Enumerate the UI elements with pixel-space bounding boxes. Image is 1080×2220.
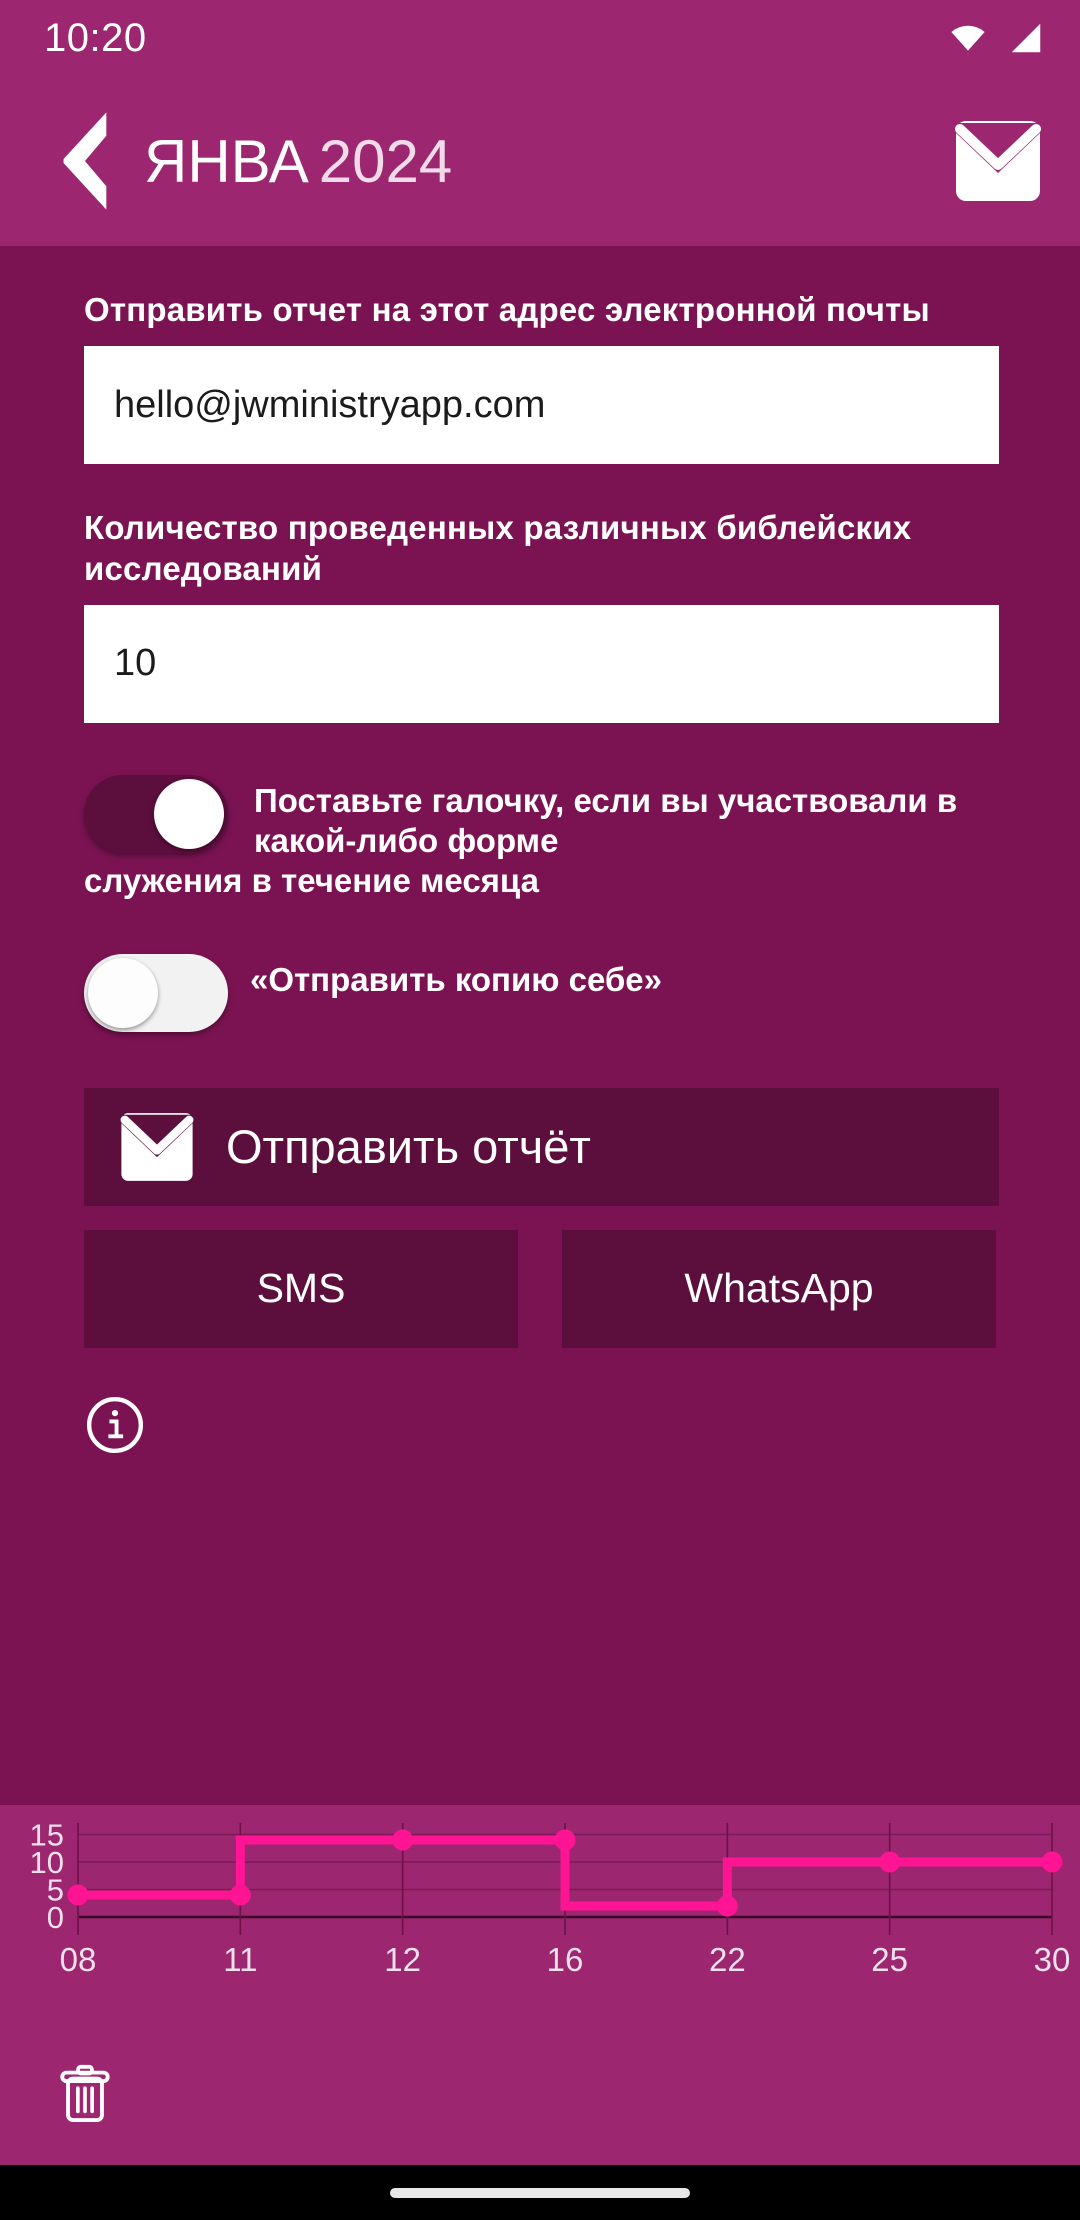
- cellular-signal-icon: [1011, 23, 1041, 53]
- email-input[interactable]: hello@jwministryapp.com: [84, 346, 999, 465]
- copy-toggle[interactable]: [84, 953, 228, 1032]
- email-field-label: Отправить отчет на этот адрес электронно…: [84, 291, 930, 328]
- info-button[interactable]: [84, 1394, 146, 1456]
- chart-y-tick: 15: [30, 1818, 64, 1853]
- bottom-bar: [0, 2030, 1080, 2165]
- envelope-icon: [120, 1112, 194, 1181]
- participated-toggle[interactable]: [84, 774, 228, 853]
- copy-toggle-label: «Отправить копию себе»: [250, 960, 662, 998]
- chart-x-tick: 16: [547, 1941, 584, 1978]
- copy-toggle-knob: [88, 957, 158, 1028]
- back-button[interactable]: [44, 107, 122, 215]
- back-chevron-icon: [63, 112, 107, 210]
- chart-x-tick: 11: [223, 1941, 257, 1978]
- status-bar-icons: [946, 19, 1046, 57]
- page-title-year: 2024: [318, 127, 453, 195]
- page-title-month: ЯНВА: [144, 127, 309, 195]
- status-bar: 10:20: [0, 0, 1080, 76]
- chart-x-tick: 08: [60, 1941, 97, 1978]
- sms-button[interactable]: SMS: [84, 1229, 518, 1348]
- chart-data-point: [716, 1895, 738, 1917]
- send-report-label: Отправить отчёт: [226, 1120, 591, 1173]
- mail-button[interactable]: [952, 115, 1044, 207]
- status-bar-clock: 10:20: [44, 15, 147, 60]
- participated-toggle-row: Поставьте галочку, если вы участвовали в…: [84, 773, 996, 902]
- send-report-button[interactable]: Отправить отчёт: [84, 1087, 999, 1206]
- phone-screen: 10:20 ЯНВА 2024 Отправить отчет на этот …: [0, 0, 1080, 2220]
- participated-toggle-label-line1: Поставьте галочку, если вы: [254, 781, 709, 819]
- page-title: ЯНВА 2024: [144, 127, 452, 196]
- participated-toggle-knob: [154, 778, 224, 849]
- copy-toggle-row: «Отправить копию себе»: [84, 952, 996, 1032]
- chart-x-tick: 25: [871, 1941, 908, 1978]
- studies-field-label: Количество проведенных различных библейс…: [84, 509, 912, 587]
- main-content: Отправить отчет на этот адрес электронно…: [0, 246, 1080, 1805]
- share-button-row: SMS WhatsApp: [84, 1229, 996, 1348]
- system-navigation-bar: [0, 2165, 1080, 2220]
- wifi-icon: [951, 25, 985, 51]
- chart-x-tick: 12: [384, 1941, 421, 1978]
- whatsapp-button[interactable]: WhatsApp: [562, 1229, 996, 1348]
- chart-data-point: [554, 1829, 576, 1851]
- chart-x-tick: 30: [1034, 1941, 1071, 1978]
- chart-x-tick: 22: [709, 1941, 746, 1978]
- participated-toggle-label-line3: служения в течение месяца: [84, 862, 539, 900]
- trash-icon: [60, 2064, 110, 2122]
- chart-data-point: [1041, 1851, 1063, 1873]
- chart-data-point: [229, 1884, 251, 1906]
- chart-data-point: [67, 1884, 89, 1906]
- delete-button[interactable]: [58, 2064, 112, 2131]
- home-gesture-handle[interactable]: [390, 2187, 690, 2198]
- studies-input[interactable]: 10: [84, 604, 999, 723]
- activity-chart-svg: 05101508 11 12 16 22 25 30: [30, 1818, 1071, 1979]
- chart-data-point: [392, 1829, 414, 1851]
- envelope-icon: [955, 121, 1041, 201]
- info-circle-icon: [86, 1396, 144, 1453]
- app-bar: ЯНВА 2024: [0, 76, 1080, 246]
- activity-chart[interactable]: 0 5 10 15 08 11 12 16 22 25 30: [0, 1805, 1080, 2030]
- chart-data-point: [879, 1851, 901, 1873]
